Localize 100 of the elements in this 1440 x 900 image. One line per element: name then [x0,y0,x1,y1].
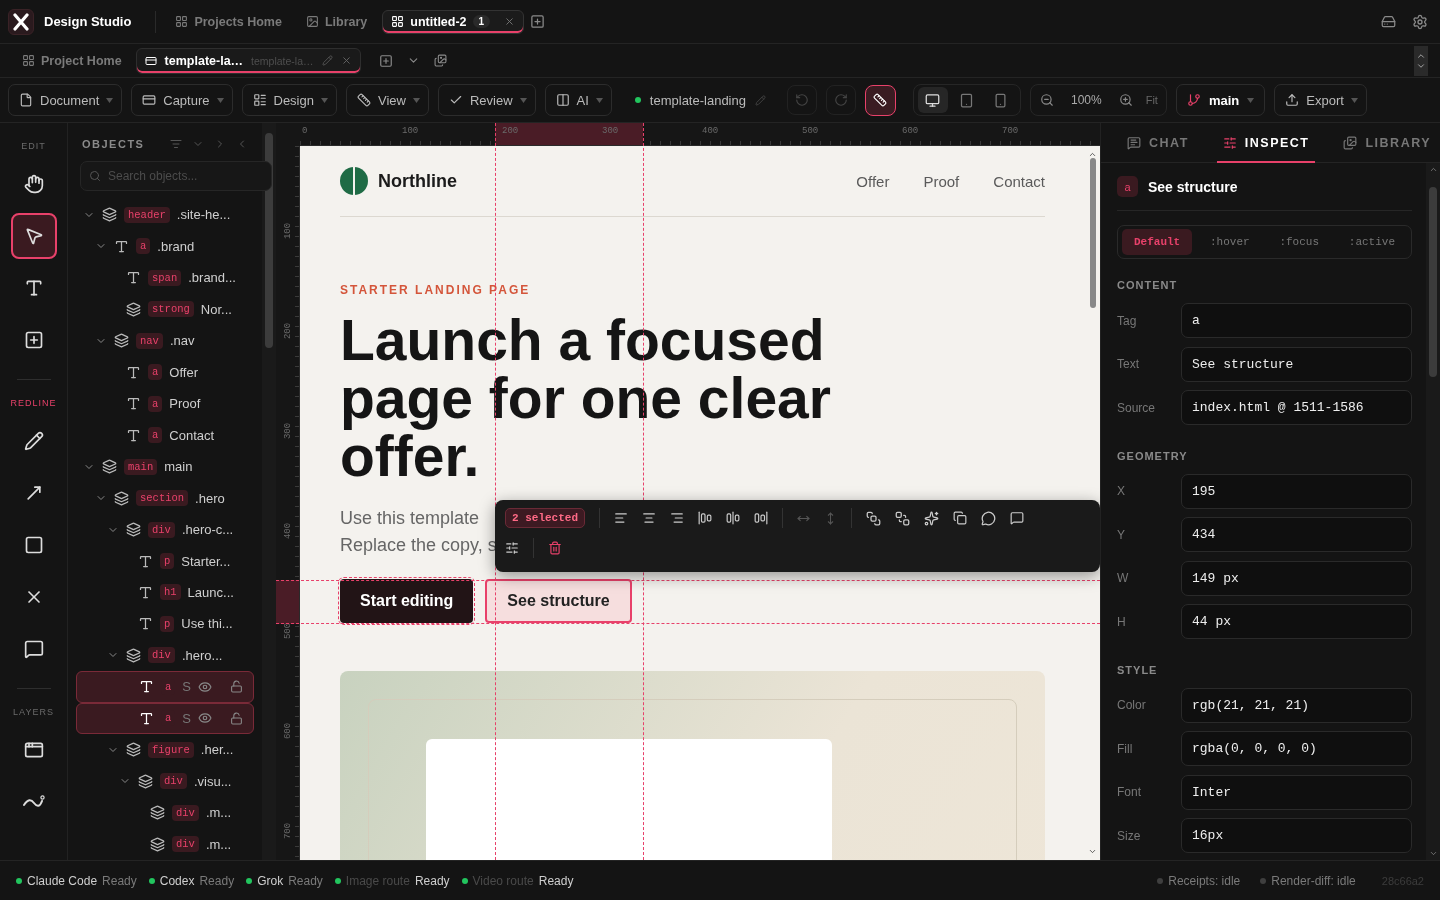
tree-row[interactable]: p Starter... [76,545,254,577]
tree-row[interactable]: section .hero [76,482,254,514]
tree-row[interactable]: div .hero... [76,639,254,672]
tree-row[interactable]: a Contact [76,419,254,451]
close-icon[interactable] [504,16,516,27]
align-center-button[interactable] [642,511,656,525]
tree-row[interactable]: div .visu... [76,765,254,798]
headline: Launch a focused page for one clear offer. [340,311,832,485]
input-field[interactable]: 16px [1181,818,1412,854]
lock-icon[interactable] [230,711,243,725]
lock-icon[interactable] [230,680,243,694]
align-top-button[interactable] [698,511,712,525]
input-field[interactable]: 195 [1181,473,1412,509]
menu-button[interactable]: Capture [131,84,233,116]
tab[interactable]: Library [296,9,377,34]
panel-tab[interactable]: CHAT [1121,122,1195,163]
new-document-icon[interactable] [378,53,393,68]
project-home-link[interactable]: Project Home [16,52,128,69]
input-field[interactable]: 44 px [1181,604,1412,640]
filter-icon[interactable] [170,137,182,150]
tool-button[interactable] [10,213,57,259]
ruler-button[interactable] [864,84,896,116]
state-tab[interactable]: :focus [1267,229,1331,255]
eye-icon[interactable] [198,711,212,726]
tree-row[interactable]: a Offer [76,356,254,388]
branch-button[interactable]: main [1175,84,1266,116]
menu-button[interactable]: Design [241,84,337,116]
tree-row[interactable]: div .m... [76,828,254,861]
nav-link[interactable]: Proof [923,172,960,190]
panel-tab[interactable]: LIBRARY [1337,122,1438,163]
tree-row[interactable]: span .brand... [76,261,254,294]
chat-button[interactable] [981,510,996,526]
settings-button[interactable] [505,541,519,555]
ruler-number: 700 [1002,126,1019,136]
new-tab-icon[interactable] [530,14,546,29]
scrollbar[interactable] [262,123,276,860]
tag-badge: a [148,395,163,412]
tree-row[interactable]: figure .her... [76,734,254,766]
tree-row[interactable]: h1 Launc... [76,576,254,609]
scroll-thumb[interactable] [265,133,273,348]
tree-row[interactable]: main main [76,450,254,483]
panel-tab[interactable]: INSPECT [1216,122,1316,163]
page-scrollbar[interactable] [1085,146,1100,860]
tab[interactable]: untitled-2 1 [382,9,525,34]
tree-row[interactable]: div .hero-c... [76,513,254,546]
send-back-button[interactable] [895,510,910,526]
row-label: Contact [169,427,215,443]
input-field[interactable]: rgb(21, 21, 21) [1181,687,1412,723]
tree-row[interactable]: strong Nor... [76,293,254,325]
caret-icon [595,97,603,103]
export-button[interactable]: Export [1274,84,1367,116]
align-left-button[interactable] [614,511,628,525]
menu-button[interactable]: AI [544,84,612,116]
tree-row[interactable]: a S [76,702,254,735]
tree-row[interactable]: nav .nav [76,324,254,357]
monitor-status: Render-diff: idle [1271,873,1356,888]
sparkle-button[interactable] [924,510,939,526]
scroll-thumb[interactable] [1429,186,1437,377]
state-tab[interactable]: :hover [1198,229,1262,255]
scrollbar[interactable] [1426,163,1440,860]
tab[interactable]: Projects Home [166,9,291,34]
tree-row[interactable]: header .site-he... [76,198,254,231]
layers-icon [102,207,117,223]
field-label: Fill [1117,741,1134,756]
scroll-arrows[interactable] [1414,45,1428,76]
settings-icon[interactable] [1412,13,1428,30]
input-field[interactable]: Inter [1181,774,1412,810]
align-middle-button[interactable] [726,511,740,525]
primary-button[interactable]: Start editing [340,579,474,623]
input-field[interactable]: 434 [1181,517,1412,553]
tree-row[interactable]: p Use thi... [76,608,254,640]
tree-row[interactable]: a Proof [76,387,254,420]
tree-row[interactable]: div .m... [76,797,254,829]
drive-icon[interactable] [1381,14,1396,29]
delete-button[interactable] [548,541,562,555]
scroll-thumb[interactable] [1089,158,1096,308]
input-field[interactable]: a [1181,303,1412,339]
input-field[interactable]: See structure [1181,346,1412,382]
align-right-button[interactable] [670,511,684,525]
menu-button[interactable]: Document [8,84,123,116]
nav-link[interactable]: Offer [856,172,890,190]
gallery-icon[interactable] [433,54,447,67]
nav-link[interactable]: Contact [993,172,1045,190]
bring-front-button[interactable] [866,510,881,526]
state-tab[interactable]: :active [1336,229,1407,255]
tree-row[interactable]: a S [76,671,254,703]
input-field[interactable]: index.html @ 1511-1586 [1181,390,1412,426]
state-tab[interactable]: Default [1122,229,1193,255]
desktop-button[interactable] [917,87,948,113]
close-icon[interactable] [340,55,352,66]
eye-icon[interactable] [198,679,212,694]
tree-row[interactable]: a .brand [76,230,254,262]
input-field[interactable]: 149 px [1181,560,1412,596]
align-bottom-button[interactable] [754,511,768,525]
comment-button[interactable] [1010,511,1024,525]
input-field[interactable]: rgba(0, 0, 0, 0) [1181,731,1412,767]
menu-button[interactable]: Review [437,84,536,116]
menu-button[interactable]: View [345,84,429,116]
secondary-button[interactable]: See structure [485,579,632,623]
duplicate-button[interactable] [953,511,967,525]
